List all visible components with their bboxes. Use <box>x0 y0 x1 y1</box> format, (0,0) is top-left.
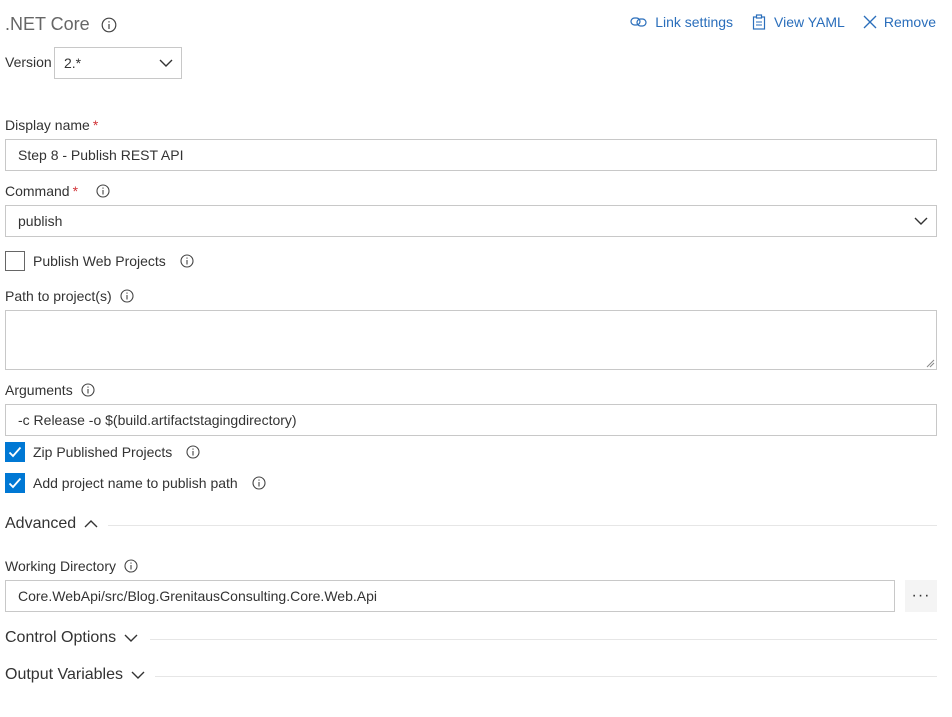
working-directory-input[interactable]: Core.WebApi/src/Blog.GrenitausConsulting… <box>5 580 895 612</box>
arguments-label: Arguments <box>5 382 73 398</box>
link-settings-label: Link settings <box>655 14 734 30</box>
display-name-label: Display name <box>5 117 90 133</box>
working-directory-value: Core.WebApi/src/Blog.GrenitausConsulting… <box>18 588 377 604</box>
required-marker: * <box>72 183 79 199</box>
zip-published-checkbox[interactable] <box>5 442 25 462</box>
view-yaml-button[interactable]: View YAML <box>751 14 845 30</box>
resize-handle-icon[interactable] <box>925 358 935 368</box>
path-to-projects-label: Path to project(s) <box>5 288 112 304</box>
working-directory-label-row: Working Directory <box>5 558 138 574</box>
info-icon[interactable] <box>81 383 95 397</box>
task-title: .NET Core <box>5 14 90 34</box>
remove-label: Remove <box>883 14 936 30</box>
chevron-down-icon <box>124 634 138 642</box>
section-divider <box>150 639 937 640</box>
command-select[interactable]: publish <box>5 205 937 237</box>
task-actions: Link settings View YAML Remove <box>630 14 936 30</box>
section-divider <box>155 676 937 677</box>
remove-button[interactable]: Remove <box>863 14 936 30</box>
chevron-up-icon <box>84 520 98 528</box>
publish-web-projects-label: Publish Web Projects <box>33 253 166 269</box>
arguments-value: -c Release -o $(build.artifactstagingdir… <box>18 412 297 428</box>
zip-published-label: Zip Published Projects <box>33 444 173 460</box>
link-settings-button[interactable]: Link settings <box>630 14 733 30</box>
display-name-input[interactable]: Step 8 - Publish REST API <box>5 139 937 171</box>
publish-web-projects-row: Publish Web Projects <box>5 251 194 271</box>
zip-published-row: Zip Published Projects <box>5 442 200 462</box>
arguments-input[interactable]: -c Release -o $(build.artifactstagingdir… <box>5 404 937 436</box>
browse-button[interactable]: ··· <box>905 580 937 612</box>
path-to-projects-textarea[interactable] <box>5 310 937 370</box>
section-divider <box>108 525 937 526</box>
working-directory-label: Working Directory <box>5 558 116 574</box>
output-variables-section-toggle[interactable]: Output Variables <box>5 666 145 684</box>
more-icon: ··· <box>911 587 931 604</box>
path-to-projects-label-row: Path to project(s) <box>5 288 134 304</box>
version-label: Version <box>5 54 52 70</box>
output-variables-label: Output Variables <box>5 666 123 683</box>
task-title-row: .NET Core <box>5 14 117 35</box>
add-project-name-row: Add project name to publish path <box>5 473 266 493</box>
info-icon[interactable] <box>96 184 110 198</box>
link-icon <box>630 17 647 27</box>
advanced-section-toggle[interactable]: Advanced <box>5 515 98 533</box>
command-label: Command <box>5 183 70 199</box>
add-project-name-label: Add project name to publish path <box>33 475 238 491</box>
display-name-value: Step 8 - Publish REST API <box>18 147 184 163</box>
info-icon[interactable] <box>120 289 134 303</box>
checkmark-icon <box>8 477 22 489</box>
control-options-section-toggle[interactable]: Control Options <box>5 629 138 647</box>
control-options-label: Control Options <box>5 629 117 646</box>
info-icon[interactable] <box>180 254 194 268</box>
display-name-label-row: Display name * <box>5 117 98 133</box>
command-value: publish <box>18 213 63 229</box>
add-project-name-checkbox[interactable] <box>5 473 25 493</box>
publish-web-projects-checkbox[interactable] <box>5 251 25 271</box>
checkmark-icon <box>8 446 22 458</box>
chevron-down-icon <box>131 671 145 679</box>
info-icon[interactable] <box>186 445 200 459</box>
info-icon[interactable] <box>101 17 117 33</box>
advanced-label: Advanced <box>5 515 77 532</box>
close-icon <box>863 15 877 29</box>
info-icon[interactable] <box>252 476 266 490</box>
chevron-down-icon <box>159 59 173 67</box>
view-yaml-label: View YAML <box>774 14 845 30</box>
info-icon[interactable] <box>124 559 138 573</box>
version-value: 2.* <box>64 55 82 71</box>
clipboard-icon <box>752 14 766 30</box>
chevron-down-icon <box>914 217 928 225</box>
version-select[interactable]: 2.* <box>54 47 182 79</box>
command-label-row: Command * <box>5 183 110 199</box>
required-marker: * <box>92 117 99 133</box>
arguments-label-row: Arguments <box>5 382 95 398</box>
